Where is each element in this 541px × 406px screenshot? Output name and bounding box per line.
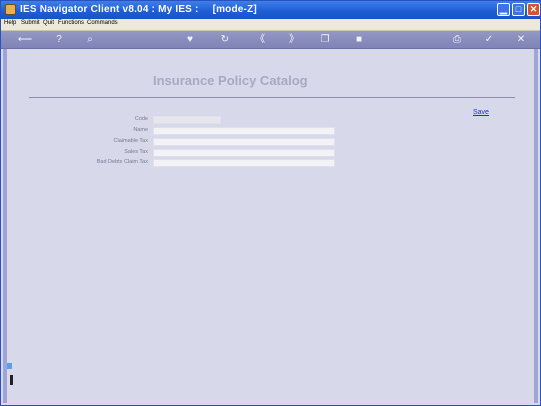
code-label: Code: [134, 116, 148, 122]
sales-tax-field[interactable]: [153, 149, 335, 157]
print-icon[interactable]: ⎙: [451, 34, 463, 45]
page-title: Insurance Policy Catalog: [153, 73, 308, 88]
menu-functions[interactable]: Functions: [58, 20, 84, 26]
menu-bar: Help Submit Quit Functions Commands: [1, 19, 540, 31]
sidebar-marker-icon: [7, 363, 12, 369]
ok-icon[interactable]: ✓: [483, 34, 495, 45]
title-text: IES Navigator Client v8.04 : My IES :: [20, 4, 199, 15]
code-field[interactable]: [153, 116, 221, 124]
right-sidebar-strip: [534, 49, 538, 403]
search-icon[interactable]: ⌕: [84, 34, 96, 45]
cancel-icon[interactable]: ✕: [515, 34, 527, 45]
claimable-tax-field[interactable]: [153, 138, 335, 146]
refresh-icon[interactable]: ↻: [219, 34, 231, 45]
back-arrow-icon[interactable]: ⟵: [15, 34, 35, 45]
close-button[interactable]: ✕: [527, 3, 540, 16]
sales-tax-label: Sales Tax: [124, 149, 148, 155]
bad-debts-claim-tax-field[interactable]: [153, 159, 335, 167]
next-icon[interactable]: 》: [287, 34, 301, 45]
title-divider: [29, 97, 515, 98]
name-label: Name: [133, 127, 148, 133]
save-link[interactable]: Save: [473, 109, 489, 116]
left-sidebar-strip: [3, 49, 7, 403]
menu-commands[interactable]: Commands: [87, 20, 118, 26]
name-field[interactable]: [153, 127, 335, 135]
menu-quit[interactable]: Quit: [43, 20, 54, 26]
stop-icon[interactable]: ■: [353, 34, 365, 45]
minimize-button[interactable]: ▁: [497, 3, 510, 16]
previous-icon[interactable]: 《: [253, 34, 267, 45]
toolbar: ⟵ ? ⌕ ♥ ↻ 《 》 ❐ ■ ⎙ ✓ ✕: [1, 31, 540, 49]
help-icon[interactable]: ?: [53, 34, 65, 45]
heart-icon[interactable]: ♥: [184, 34, 196, 45]
window-title: IES Navigator Client v8.04 : My IES : [mo…: [20, 4, 257, 15]
maximize-button[interactable]: □: [512, 3, 525, 16]
mode-text: [mode-Z]: [212, 4, 257, 15]
app-icon: [5, 4, 16, 15]
title-bar[interactable]: IES Navigator Client v8.04 : My IES : [mo…: [1, 1, 540, 19]
menu-help[interactable]: Help: [4, 20, 16, 26]
copy-icon[interactable]: ❐: [319, 34, 331, 45]
bad-debts-claim-tax-label: Bad Debts Claim Tax: [96, 159, 148, 165]
sidebar-info-icon: [10, 375, 13, 385]
app-window: IES Navigator Client v8.04 : My IES : [mo…: [0, 0, 541, 406]
claimable-tax-label: Claimable Tax: [113, 138, 148, 144]
menu-submit[interactable]: Submit: [21, 20, 40, 26]
